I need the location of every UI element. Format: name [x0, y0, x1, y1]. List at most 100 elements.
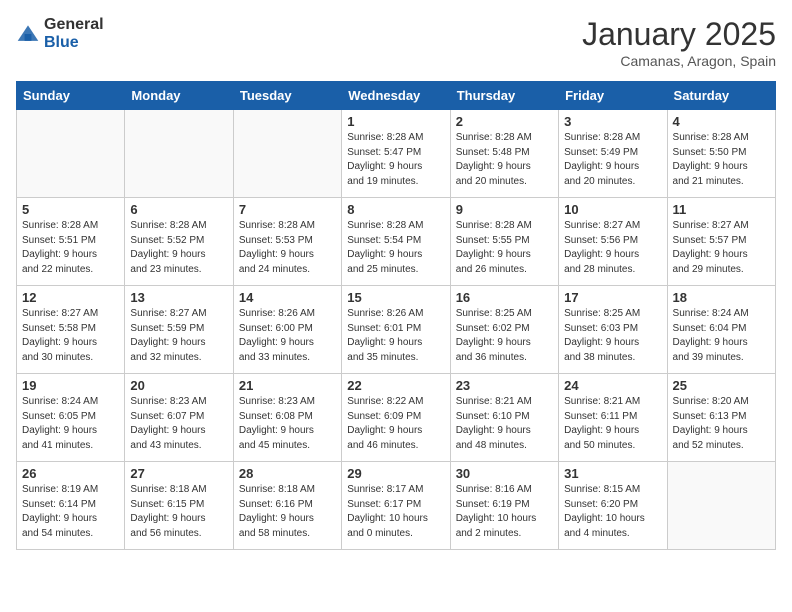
logo: General Blue [16, 16, 104, 51]
day-number: 1 [347, 114, 444, 129]
calendar-day-cell: 24Sunrise: 8:21 AMSunset: 6:11 PMDayligh… [559, 374, 667, 462]
calendar-day-cell: 4 Sunrise: 8:28 AMSunset: 5:50 PMDaylight… [667, 110, 775, 198]
day-number: 7 [239, 202, 336, 217]
calendar-day-cell: 15 Sunrise: 8:26 AMSunset: 6:01 PMDayligh… [342, 286, 450, 374]
calendar-day-cell: 10Sunrise: 8:27 AMSunset: 5:56 PMDayligh… [559, 198, 667, 286]
calendar-week-row: 19Sunrise: 8:24 AMSunset: 6:05 PMDayligh… [17, 374, 776, 462]
title-block: January 2025 Camanas, Aragon, Spain [582, 16, 776, 69]
calendar-day-cell: 26 Sunrise: 8:19 AMSunset: 6:14 PMDayligh… [17, 462, 125, 550]
calendar-day-cell: 18Sunrise: 8:24 AMSunset: 6:04 PMDayligh… [667, 286, 775, 374]
logo-icon [16, 22, 40, 46]
day-number: 30 [456, 466, 553, 481]
calendar-week-row: 26 Sunrise: 8:19 AMSunset: 6:14 PMDayligh… [17, 462, 776, 550]
day-number: 6 [130, 202, 227, 217]
location-subtitle: Camanas, Aragon, Spain [582, 53, 776, 69]
day-info: Sunrise: 8:25 AMSunset: 6:02 PMDaylight:… [456, 307, 553, 365]
calendar-day-cell [233, 110, 341, 198]
day-number: 31 [564, 466, 661, 481]
day-number: 21 [239, 378, 336, 393]
day-number: 22 [347, 378, 444, 393]
calendar-day-cell: 3Sunrise: 8:28 AMSunset: 5:49 PMDaylight… [559, 110, 667, 198]
day-info: Sunrise: 8:27 AMSunset: 5:59 PMDaylight:… [130, 307, 227, 365]
day-info: Sunrise: 8:28 AMSunset: 5:53 PMDaylight:… [239, 219, 336, 277]
day-number: 26 [22, 466, 119, 481]
logo-general: General [44, 16, 104, 33]
day-info: Sunrise: 8:18 AMSunset: 6:16 PMDaylight:… [239, 483, 336, 541]
day-info: Sunrise: 8:28 AMSunset: 5:51 PMDaylight:… [22, 219, 119, 277]
calendar-day-cell: 11 Sunrise: 8:27 AMSunset: 5:57 PMDayligh… [667, 198, 775, 286]
weekday-header: Sunday [17, 82, 125, 110]
calendar-day-cell: 6Sunrise: 8:28 AMSunset: 5:52 PMDaylight… [125, 198, 233, 286]
day-number: 5 [22, 202, 119, 217]
calendar-table: SundayMondayTuesdayWednesdayThursdayFrid… [16, 81, 776, 550]
day-info: Sunrise: 8:24 AMSunset: 6:04 PMDaylight:… [673, 307, 770, 365]
day-number: 27 [130, 466, 227, 481]
day-number: 14 [239, 290, 336, 305]
calendar-week-row: 5 Sunrise: 8:28 AMSunset: 5:51 PMDaylight… [17, 198, 776, 286]
day-info: Sunrise: 8:28 AMSunset: 5:47 PMDaylight:… [347, 131, 444, 189]
calendar-day-cell: 22 Sunrise: 8:22 AMSunset: 6:09 PMDayligh… [342, 374, 450, 462]
day-info: Sunrise: 8:22 AMSunset: 6:09 PMDaylight:… [347, 395, 444, 453]
calendar-day-cell [125, 110, 233, 198]
calendar-day-cell: 27 Sunrise: 8:18 AMSunset: 6:15 PMDayligh… [125, 462, 233, 550]
month-title: January 2025 [582, 16, 776, 53]
calendar-day-cell: 21 Sunrise: 8:23 AMSunset: 6:08 PMDayligh… [233, 374, 341, 462]
weekday-header: Monday [125, 82, 233, 110]
day-number: 12 [22, 290, 119, 305]
logo-text: General Blue [44, 16, 104, 51]
day-number: 20 [130, 378, 227, 393]
weekday-header: Tuesday [233, 82, 341, 110]
calendar-day-cell: 1 Sunrise: 8:28 AMSunset: 5:47 PMDaylight… [342, 110, 450, 198]
day-number: 8 [347, 202, 444, 217]
day-info: Sunrise: 8:18 AMSunset: 6:15 PMDaylight:… [130, 483, 227, 541]
day-number: 4 [673, 114, 770, 129]
day-info: Sunrise: 8:19 AMSunset: 6:14 PMDaylight:… [22, 483, 119, 541]
weekday-header: Friday [559, 82, 667, 110]
calendar-day-cell: 31 Sunrise: 8:15 AMSunset: 6:20 PMDayligh… [559, 462, 667, 550]
calendar-day-cell: 2 Sunrise: 8:28 AMSunset: 5:48 PMDaylight… [450, 110, 558, 198]
day-number: 24 [564, 378, 661, 393]
calendar-day-cell: 28Sunrise: 8:18 AMSunset: 6:16 PMDayligh… [233, 462, 341, 550]
day-number: 11 [673, 202, 770, 217]
weekday-header: Thursday [450, 82, 558, 110]
calendar-day-cell: 20Sunrise: 8:23 AMSunset: 6:07 PMDayligh… [125, 374, 233, 462]
day-info: Sunrise: 8:16 AMSunset: 6:19 PMDaylight:… [456, 483, 553, 541]
day-info: Sunrise: 8:23 AMSunset: 6:08 PMDaylight:… [239, 395, 336, 453]
day-info: Sunrise: 8:26 AMSunset: 6:01 PMDaylight:… [347, 307, 444, 365]
calendar-day-cell: 16 Sunrise: 8:25 AMSunset: 6:02 PMDayligh… [450, 286, 558, 374]
day-number: 29 [347, 466, 444, 481]
calendar-day-cell: 23 Sunrise: 8:21 AMSunset: 6:10 PMDayligh… [450, 374, 558, 462]
day-info: Sunrise: 8:20 AMSunset: 6:13 PMDaylight:… [673, 395, 770, 453]
day-number: 13 [130, 290, 227, 305]
calendar-day-cell: 29Sunrise: 8:17 AMSunset: 6:17 PMDayligh… [342, 462, 450, 550]
day-number: 2 [456, 114, 553, 129]
day-number: 23 [456, 378, 553, 393]
calendar-day-cell: 14 Sunrise: 8:26 AMSunset: 6:00 PMDayligh… [233, 286, 341, 374]
day-number: 16 [456, 290, 553, 305]
day-info: Sunrise: 8:15 AMSunset: 6:20 PMDaylight:… [564, 483, 661, 541]
calendar-day-cell: 7 Sunrise: 8:28 AMSunset: 5:53 PMDaylight… [233, 198, 341, 286]
day-info: Sunrise: 8:25 AMSunset: 6:03 PMDaylight:… [564, 307, 661, 365]
day-number: 17 [564, 290, 661, 305]
day-info: Sunrise: 8:28 AMSunset: 5:50 PMDaylight:… [673, 131, 770, 189]
calendar-week-row: 1 Sunrise: 8:28 AMSunset: 5:47 PMDaylight… [17, 110, 776, 198]
day-info: Sunrise: 8:28 AMSunset: 5:54 PMDaylight:… [347, 219, 444, 277]
day-info: Sunrise: 8:28 AMSunset: 5:55 PMDaylight:… [456, 219, 553, 277]
weekday-header: Saturday [667, 82, 775, 110]
day-number: 3 [564, 114, 661, 129]
calendar-day-cell: 9Sunrise: 8:28 AMSunset: 5:55 PMDaylight… [450, 198, 558, 286]
day-number: 15 [347, 290, 444, 305]
calendar-day-cell: 5 Sunrise: 8:28 AMSunset: 5:51 PMDaylight… [17, 198, 125, 286]
calendar-header-row: SundayMondayTuesdayWednesdayThursdayFrid… [17, 82, 776, 110]
page-header: General Blue January 2025 Camanas, Arago… [16, 16, 776, 69]
day-info: Sunrise: 8:28 AMSunset: 5:48 PMDaylight:… [456, 131, 553, 189]
day-info: Sunrise: 8:21 AMSunset: 6:10 PMDaylight:… [456, 395, 553, 453]
calendar-day-cell: 30 Sunrise: 8:16 AMSunset: 6:19 PMDayligh… [450, 462, 558, 550]
calendar-day-cell: 8 Sunrise: 8:28 AMSunset: 5:54 PMDaylight… [342, 198, 450, 286]
day-number: 10 [564, 202, 661, 217]
day-info: Sunrise: 8:26 AMSunset: 6:00 PMDaylight:… [239, 307, 336, 365]
day-info: Sunrise: 8:27 AMSunset: 5:57 PMDaylight:… [673, 219, 770, 277]
weekday-header: Wednesday [342, 82, 450, 110]
calendar-day-cell: 13 Sunrise: 8:27 AMSunset: 5:59 PMDayligh… [125, 286, 233, 374]
calendar-day-cell: 12Sunrise: 8:27 AMSunset: 5:58 PMDayligh… [17, 286, 125, 374]
